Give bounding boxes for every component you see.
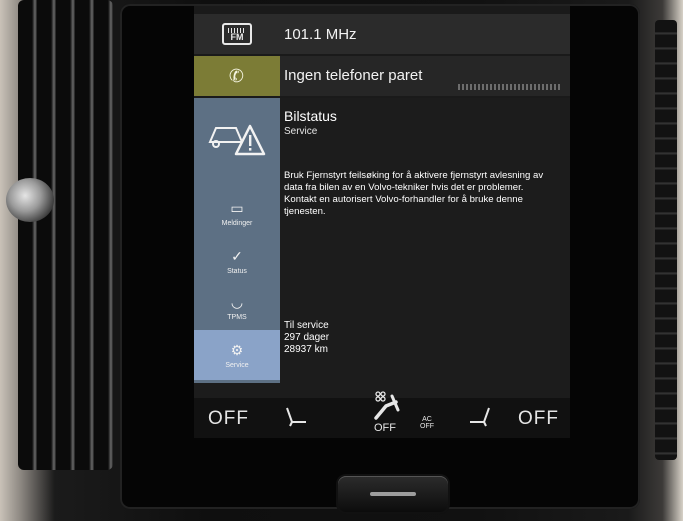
nav-item-tpms[interactable]: ◡ TPMS bbox=[194, 284, 280, 330]
service-icon: ⚙ bbox=[230, 341, 244, 358]
nav-label-status: Status bbox=[227, 267, 247, 275]
air-vent-left bbox=[18, 0, 113, 470]
page-subtitle: Service bbox=[284, 126, 318, 137]
phone-icon: ✆ bbox=[227, 64, 247, 87]
service-days: 297 dager bbox=[284, 332, 330, 343]
nav-item-status[interactable]: ✓ Status bbox=[194, 238, 280, 284]
service-description: Bruk Fjernstyrt feilsøking for å aktiver… bbox=[284, 170, 544, 217]
message-icon: ▭ bbox=[230, 199, 244, 216]
nav-label-messages: Meldinger bbox=[221, 219, 253, 227]
fm-icon-text: FM bbox=[230, 32, 244, 42]
signal-dots bbox=[458, 84, 562, 90]
tire-icon: ◡ bbox=[230, 293, 244, 310]
phone-status: Ingen telefoner paret bbox=[284, 67, 423, 84]
nav-item-messages[interactable]: ▭ Meldinger bbox=[194, 190, 280, 236]
service-info-label: Til service bbox=[284, 320, 329, 331]
fan-status: OFF bbox=[374, 422, 396, 434]
car-status-panel: ▭ Meldinger ✓ Status ◡ TPMS ⚙ Service Bi… bbox=[194, 98, 570, 398]
home-button[interactable] bbox=[338, 476, 448, 512]
nav-item-service[interactable]: ⚙ Service bbox=[194, 330, 280, 380]
nav-label-service: Service bbox=[225, 361, 249, 369]
service-info: Til service 297 dager 28937 km bbox=[284, 320, 329, 356]
side-nav: ▭ Meldinger ✓ Status ◡ TPMS ⚙ Service bbox=[194, 98, 280, 383]
left-temp-button[interactable]: OFF bbox=[208, 408, 249, 430]
right-temp-button[interactable]: OFF bbox=[518, 408, 559, 430]
phone-tile[interactable]: ✆ Ingen telefoner paret bbox=[194, 56, 570, 96]
status-icon: ✓ bbox=[231, 247, 243, 264]
home-button-bar bbox=[370, 492, 416, 496]
ac-label-bottom: OFF bbox=[420, 423, 434, 430]
seat-heat-right-icon[interactable] bbox=[466, 406, 492, 434]
climate-bar: OFF OFF AC OFF OFF bbox=[194, 391, 570, 438]
radio-tile[interactable]: FM 101.1 MHz bbox=[194, 14, 570, 54]
radio-frequency: 101.1 MHz bbox=[284, 26, 357, 43]
nav-label-tpms: TPMS bbox=[227, 313, 247, 321]
seat-heat-left-icon[interactable] bbox=[284, 406, 310, 434]
ac-button[interactable]: AC OFF bbox=[420, 416, 434, 430]
photo-background: FM 101.1 MHz ✆ Ingen telefoner paret ▭ M… bbox=[0, 0, 683, 521]
infotainment-screen: FM 101.1 MHz ✆ Ingen telefoner paret ▭ M… bbox=[194, 6, 570, 438]
phone-icon-box: ✆ bbox=[194, 56, 280, 96]
fm-radio-icon: FM bbox=[222, 23, 252, 45]
ac-label-top: AC bbox=[422, 416, 432, 423]
warning-icon bbox=[194, 98, 280, 172]
radio-icon-box: FM bbox=[194, 14, 280, 54]
vent-knob bbox=[6, 178, 54, 222]
service-distance: 28937 km bbox=[284, 344, 328, 355]
page-title: Bilstatus bbox=[284, 108, 337, 124]
air-vent-right bbox=[655, 20, 677, 460]
